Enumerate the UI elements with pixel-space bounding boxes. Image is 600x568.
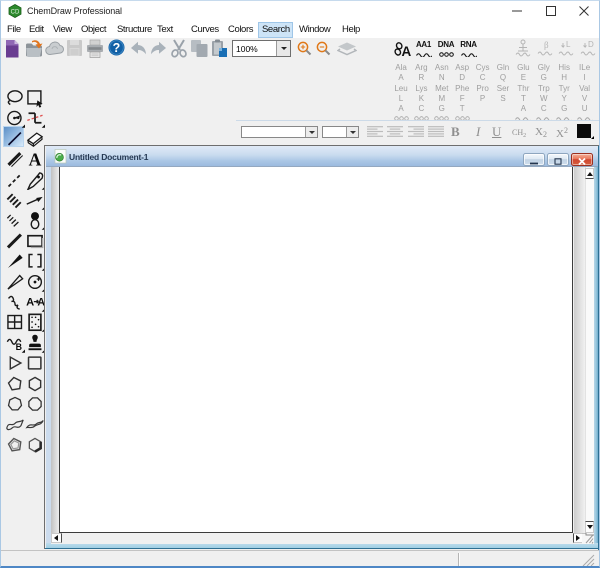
svg-text:A: A [26, 297, 34, 309]
svg-text:L: L [566, 40, 571, 49]
svg-text:CD: CD [11, 10, 20, 16]
svg-text:A: A [29, 150, 42, 170]
svg-text:D: D [588, 40, 594, 49]
svg-text:A: A [402, 44, 412, 58]
svg-text:B: B [16, 342, 22, 352]
svg-text:β: β [544, 40, 549, 50]
svg-text:?: ? [113, 41, 121, 55]
